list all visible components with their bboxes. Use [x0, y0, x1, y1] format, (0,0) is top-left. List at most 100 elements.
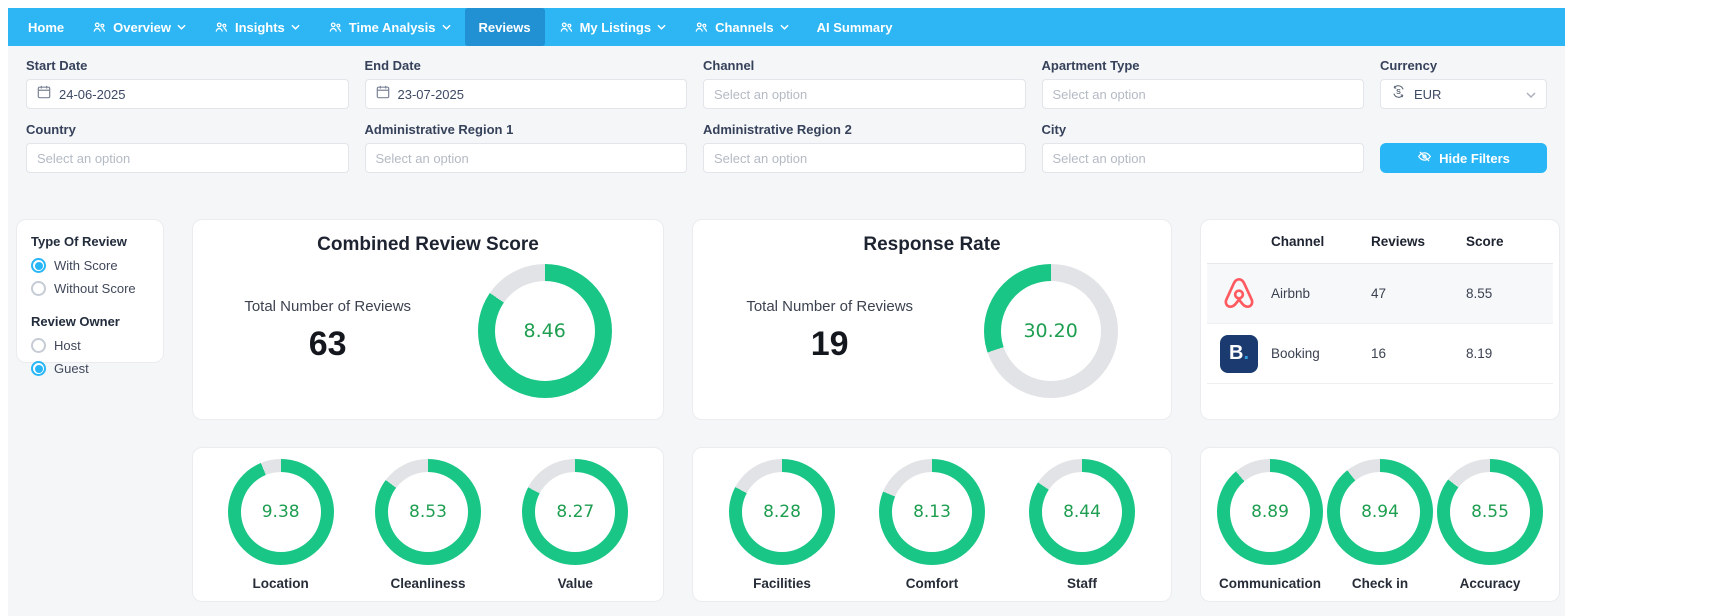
currency-exchange-icon: S	[1391, 84, 1406, 104]
hide-filters-cell: Hide Filters	[1380, 122, 1547, 173]
cell-channel: Booking	[1271, 324, 1371, 384]
start-date-value[interactable]	[59, 87, 338, 102]
radio-without-score[interactable]: Without Score	[31, 281, 149, 296]
country-input[interactable]	[37, 151, 338, 166]
radio-label: With Score	[54, 258, 118, 273]
nav-item-channels[interactable]: Channels	[680, 8, 803, 46]
combined-score-gauge: 8.46	[478, 264, 612, 398]
admin-region-2-field: Administrative Region 2	[703, 122, 1026, 173]
gauge-location: 9.38 Location	[228, 459, 334, 591]
card-title: Response Rate	[711, 234, 1153, 256]
radio-with-score[interactable]: With Score	[31, 258, 149, 273]
gauge-value: 8.28	[729, 459, 835, 565]
currency-select[interactable]: S EUR	[1380, 79, 1547, 109]
nav-item-reviews[interactable]: Reviews	[465, 8, 545, 46]
city-label: City	[1042, 122, 1365, 137]
gauge-value: 8.53	[375, 459, 481, 565]
channel-label: Channel	[703, 58, 1026, 73]
end-date-input[interactable]	[365, 79, 688, 109]
value-gauge: 8.27	[522, 459, 628, 565]
admin-region-1-select[interactable]	[365, 143, 688, 173]
airbnb-icon	[1207, 264, 1271, 324]
review-owner-title: Review Owner	[31, 314, 149, 329]
hide-filters-label: Hide Filters	[1439, 151, 1510, 166]
city-select[interactable]	[1042, 143, 1365, 173]
admin-region-1-label: Administrative Region 1	[365, 122, 688, 137]
nav-item-insights[interactable]: Insights	[200, 8, 314, 46]
nav-label: Insights	[235, 20, 285, 35]
city-input[interactable]	[1053, 151, 1354, 166]
nav-label: Overview	[113, 20, 171, 35]
filters-panel: Start Date End Date Channel	[8, 46, 1565, 189]
radio-icon[interactable]	[31, 258, 46, 273]
gauge-label: Check in	[1352, 576, 1408, 591]
currency-label: Currency	[1380, 58, 1547, 73]
cleanliness-gauge: 8.53	[375, 459, 481, 565]
total-reviews-block: Total Number of Reviews 63	[244, 298, 411, 364]
nav-item-time-analysis[interactable]: Time Analysis	[314, 8, 465, 46]
header-channel: Channel	[1271, 220, 1371, 264]
gauge-communication: 8.89 Communication	[1217, 459, 1323, 591]
currency-value: EUR	[1414, 87, 1518, 102]
gauge-comfort: 8.13 Comfort	[879, 459, 985, 591]
gauge-label: Staff	[1067, 576, 1097, 591]
gauge-label: Location	[253, 576, 309, 591]
start-date-input[interactable]	[26, 79, 349, 109]
radio-icon[interactable]	[31, 338, 46, 353]
apartment-type-select[interactable]	[1042, 79, 1365, 109]
gauge-staff: 8.44 Staff	[1029, 459, 1135, 591]
admin-region-1-input[interactable]	[376, 151, 677, 166]
dashboard-app: Home Overview Insights Time Analysis Rev…	[8, 8, 1565, 616]
radio-guest[interactable]: Guest	[31, 361, 149, 376]
nav-item-home[interactable]: Home	[14, 8, 78, 46]
radio-host[interactable]: Host	[31, 338, 149, 353]
hide-filters-button[interactable]: Hide Filters	[1380, 143, 1547, 173]
chevron-down-icon	[177, 24, 186, 30]
channel-score-table-card: Channel Reviews Score Airbnb 47 8.55	[1200, 219, 1560, 420]
content-area: Type Of Review With Score Without Score …	[8, 189, 1565, 616]
radio-icon[interactable]	[31, 281, 46, 296]
total-reviews-label: Total Number of Reviews	[746, 298, 913, 315]
eye-off-icon	[1417, 149, 1432, 167]
admin-region-1-field: Administrative Region 1	[365, 122, 688, 173]
nav-item-overview[interactable]: Overview	[78, 8, 200, 46]
radio-label: Host	[54, 338, 81, 353]
chevron-down-icon	[657, 24, 666, 30]
gauge-value: 9.38	[228, 459, 334, 565]
channel-select[interactable]	[703, 79, 1026, 109]
gauge-cleanliness: 8.53 Cleanliness	[375, 459, 481, 591]
radio-icon[interactable]	[31, 361, 46, 376]
country-field: Country	[26, 122, 349, 173]
admin-region-2-label: Administrative Region 2	[703, 122, 1026, 137]
header-icon-spacer	[1207, 220, 1271, 264]
chevron-down-icon	[442, 24, 451, 30]
response-rate-card: Response Rate Total Number of Reviews 19…	[692, 219, 1172, 420]
gauge-check-in: 8.94 Check in	[1327, 459, 1433, 591]
end-date-value[interactable]	[398, 87, 677, 102]
gauge-value: 8.13	[879, 459, 985, 565]
nav-item-my-listings[interactable]: My Listings	[545, 8, 681, 46]
gauge-value: 8.44	[1029, 459, 1135, 565]
start-date-label: Start Date	[26, 58, 349, 73]
end-date-label: End Date	[365, 58, 688, 73]
admin-region-2-select[interactable]	[703, 143, 1026, 173]
nav-item-ai-summary[interactable]: AI Summary	[803, 8, 907, 46]
gauge-facilities: 8.28 Facilities	[729, 459, 835, 591]
admin-region-2-input[interactable]	[714, 151, 1015, 166]
total-reviews-block: Total Number of Reviews 19	[746, 298, 913, 364]
cell-reviews: 16	[1371, 324, 1466, 384]
people-chart-icon	[92, 20, 107, 35]
calendar-icon	[376, 85, 390, 104]
calendar-icon	[37, 85, 51, 104]
header-reviews: Reviews	[1371, 220, 1466, 264]
apartment-type-input[interactable]	[1053, 87, 1354, 102]
channel-input[interactable]	[714, 87, 1015, 102]
country-select[interactable]	[26, 143, 349, 173]
total-reviews-value: 19	[746, 325, 913, 364]
gauge-value: 8.46	[478, 264, 612, 398]
staff-gauge: 8.44	[1029, 459, 1135, 565]
response-rate-gauge: 30.20	[984, 264, 1118, 398]
nav-label: My Listings	[580, 20, 652, 35]
cell-reviews: 47	[1371, 264, 1466, 324]
end-date-field: End Date	[365, 58, 688, 109]
